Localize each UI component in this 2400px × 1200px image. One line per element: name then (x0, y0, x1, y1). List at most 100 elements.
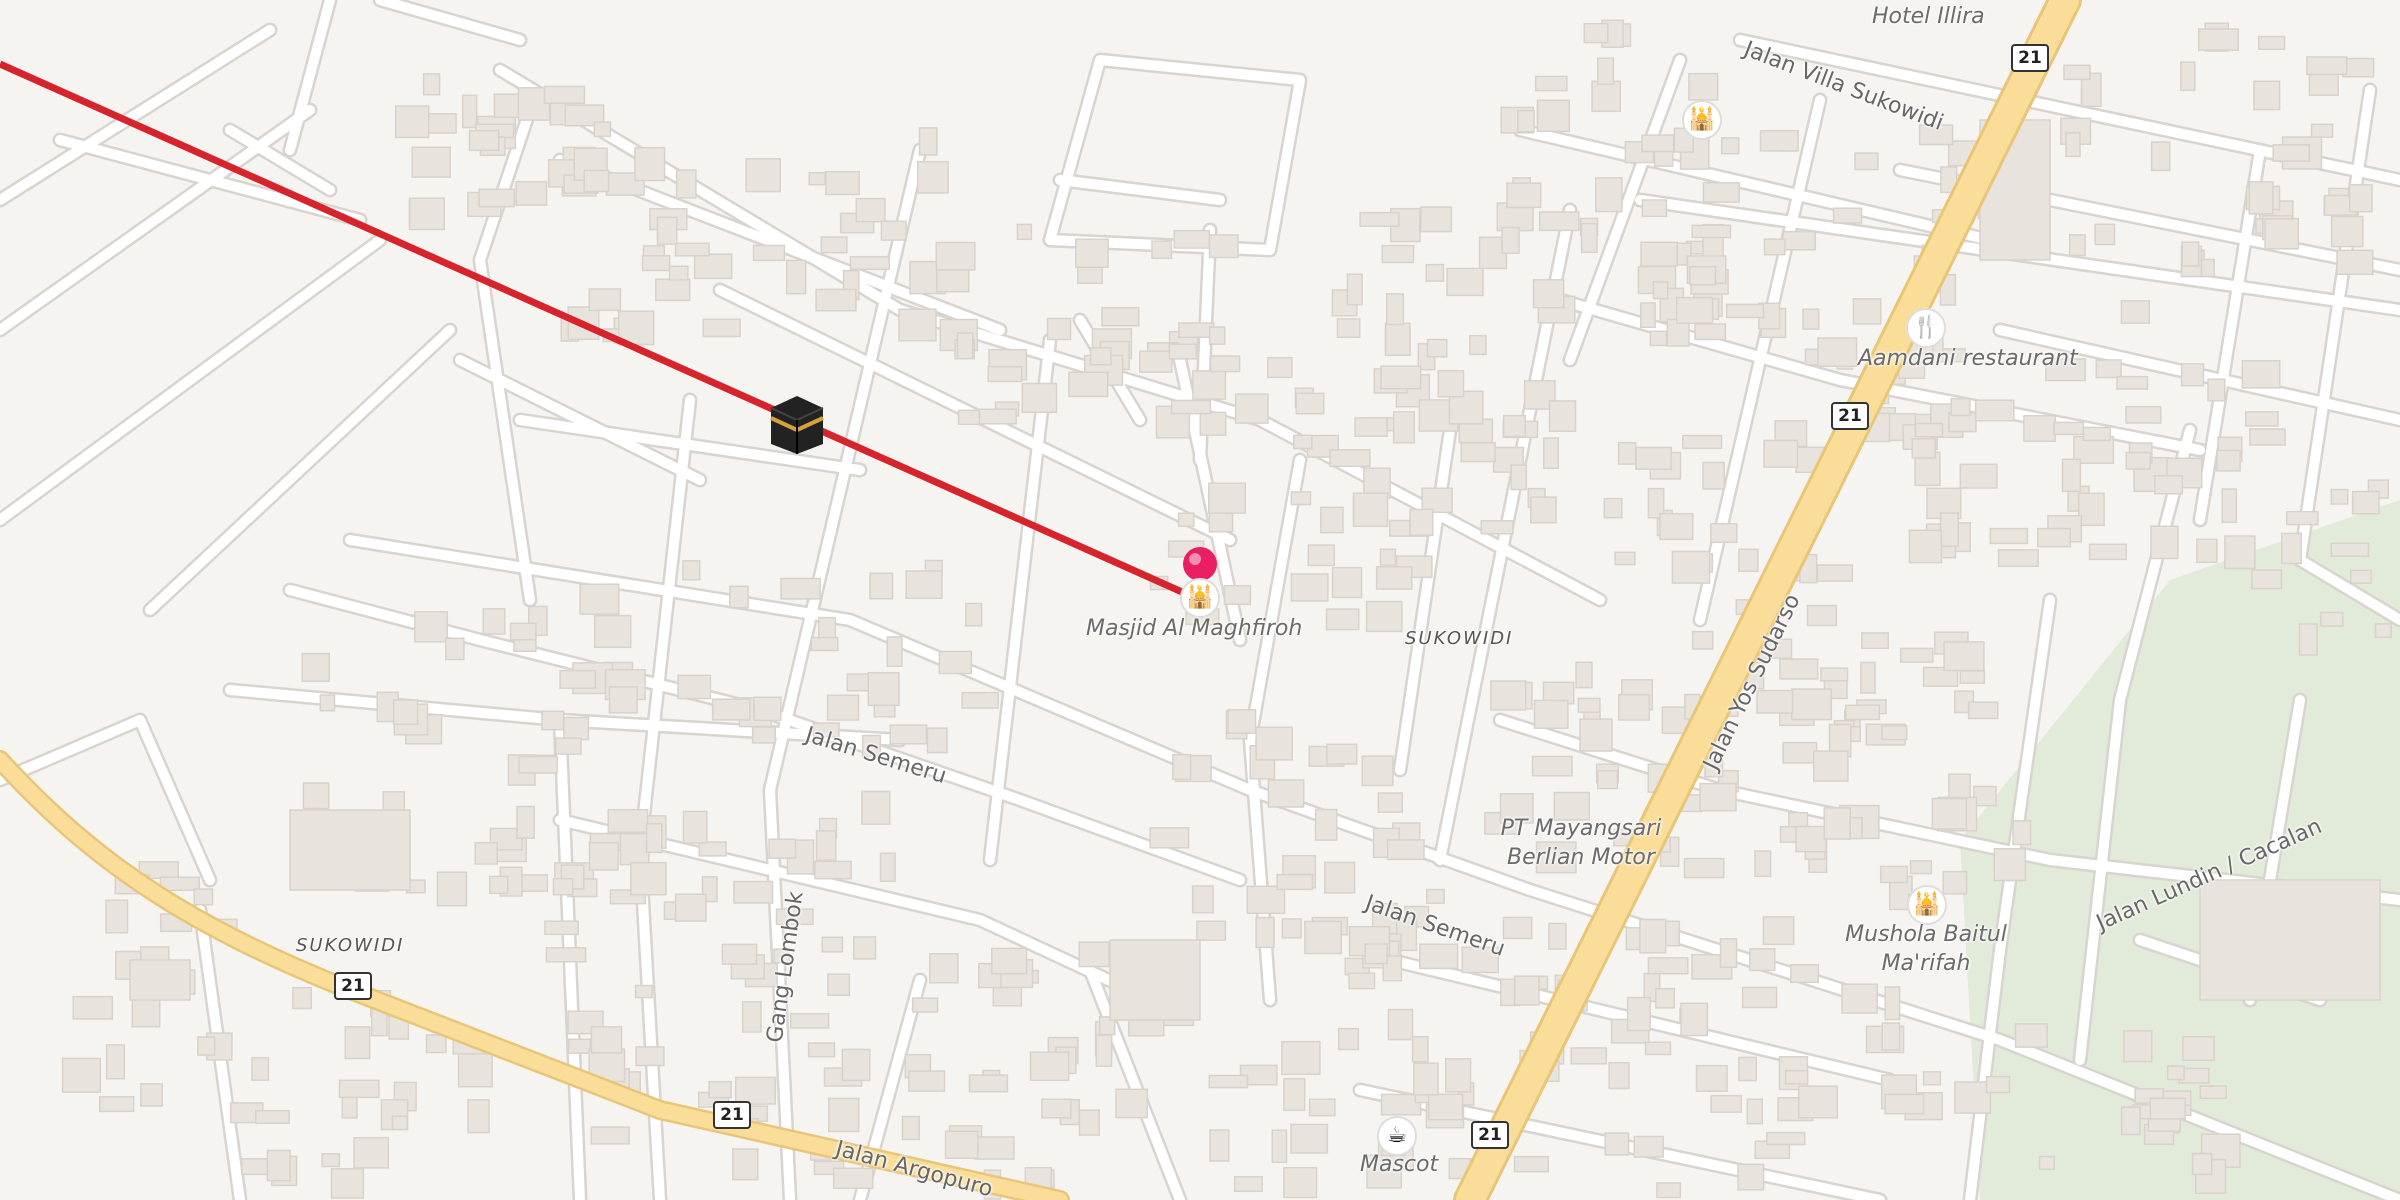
building (961, 691, 999, 709)
building (935, 241, 976, 271)
building (543, 85, 586, 104)
building (1283, 1077, 1306, 1112)
building (889, 724, 928, 745)
building (1281, 918, 1302, 939)
building (965, 602, 983, 627)
building (2306, 56, 2348, 76)
street (1045, 55, 1305, 255)
building (1320, 506, 1344, 534)
building (2125, 405, 2162, 424)
mosque-icon[interactable]: 🕌 (1907, 885, 1947, 925)
building (2095, 359, 2122, 379)
building (2257, 35, 2286, 51)
building (1267, 779, 1305, 808)
building (2374, 623, 2392, 639)
building (1078, 941, 1110, 968)
building (2082, 426, 2111, 442)
building (425, 1034, 447, 1054)
building (1314, 808, 1338, 841)
poi-label-aamdani[interactable]: Aamdani restaurant (1858, 344, 2078, 373)
building (1738, 1056, 1757, 1082)
building (2123, 1030, 2153, 1063)
building (1640, 241, 1678, 267)
building (2198, 28, 2239, 51)
building (668, 265, 689, 281)
poi-label-masjid[interactable]: Masjid Al Maghfiroh (1086, 614, 1302, 643)
building (978, 408, 1017, 425)
poi-label-hotel[interactable]: Hotel Illira (1872, 2, 1985, 31)
mosque-icon[interactable]: 🕌 (1180, 578, 1220, 618)
building (2249, 428, 2286, 446)
building (1608, 1061, 1630, 1090)
route-shield: 21 (1831, 402, 1869, 430)
building (515, 180, 548, 206)
building (785, 259, 807, 295)
poi-label-mushola[interactable]: Mushola Baitul Ma'rifah (1836, 920, 2016, 978)
building (682, 560, 701, 581)
building (1763, 439, 1799, 468)
building (1379, 548, 1397, 566)
building (590, 1126, 630, 1145)
building (1534, 75, 1568, 92)
building (1710, 1094, 1742, 1113)
route-shield: 21 (2011, 44, 2049, 72)
poi-label-mascot[interactable]: Mascot (1360, 1150, 1438, 1179)
building (2094, 223, 2116, 246)
building (827, 973, 851, 997)
building (753, 696, 782, 722)
building (1639, 302, 1656, 329)
building (1304, 920, 1343, 955)
building (1710, 522, 1738, 544)
building (392, 699, 419, 725)
building (1782, 230, 1817, 251)
building (583, 169, 610, 193)
building (682, 810, 708, 844)
building (1177, 512, 1195, 527)
building (1749, 948, 1776, 972)
building (129, 959, 191, 1001)
restaurant-icon[interactable]: 🍴 (1906, 308, 1946, 348)
building (1746, 1098, 1764, 1125)
building (1480, 520, 1514, 535)
map-canvas[interactable]: 🕌 🕌 🍴 🕌 ☕ Masjid Al Maghfiroh Hotel Illi… (0, 0, 2400, 1200)
building (1290, 573, 1329, 602)
building (2068, 234, 2086, 257)
building (1336, 318, 1361, 338)
building (1385, 293, 1405, 326)
building (734, 1076, 777, 1105)
building (1583, 22, 1609, 44)
building (869, 572, 894, 600)
building (808, 171, 826, 186)
route-shield: 21 (713, 1101, 751, 1129)
building (1881, 725, 1908, 741)
building (2199, 879, 2381, 1001)
building (1802, 308, 1820, 330)
kaaba-icon[interactable] (770, 396, 824, 454)
building (140, 1083, 163, 1107)
building (1281, 1040, 1321, 1076)
building (1290, 1123, 1329, 1154)
building (1854, 152, 1879, 171)
building (918, 127, 938, 156)
building (729, 585, 749, 609)
mosque-icon[interactable]: 🕌 (1682, 100, 1722, 140)
building (1989, 527, 2029, 545)
building (2191, 1152, 2213, 1176)
building (815, 288, 857, 312)
building (1290, 491, 1312, 506)
building (1173, 229, 1211, 249)
building (1501, 226, 1520, 254)
building (1530, 496, 1557, 524)
building (752, 244, 786, 262)
building (1884, 1093, 1925, 1115)
building (1348, 972, 1376, 990)
building (1170, 399, 1212, 415)
building (2125, 451, 2151, 470)
building (1543, 437, 1559, 470)
building (436, 871, 468, 907)
building (461, 94, 478, 129)
building (745, 158, 781, 193)
building (1255, 916, 1275, 949)
building (1641, 199, 1668, 218)
poi-label-mayangsari[interactable]: PT Mayangsari Berlian Motor (1456, 814, 1706, 872)
